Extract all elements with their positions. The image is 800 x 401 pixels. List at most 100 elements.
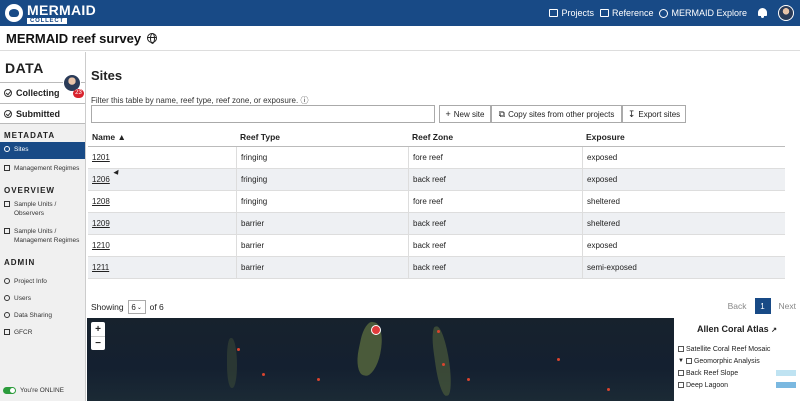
globe-icon <box>659 8 669 18</box>
site-link[interactable]: 1201 <box>92 153 110 162</box>
copy-icon: ⧉ <box>498 108 506 119</box>
sidebar-item-submitted[interactable]: Submitted <box>0 103 85 124</box>
user-avatar[interactable] <box>778 5 794 21</box>
sidebar-item-sites[interactable]: Sites <box>0 142 85 159</box>
island <box>430 325 454 397</box>
zoom-in-button[interactable]: + <box>91 322 105 336</box>
cell-exposure: sheltered <box>582 213 785 234</box>
site-link[interactable]: 1210 <box>92 241 110 250</box>
page-1-button[interactable]: 1 <box>754 298 771 314</box>
table-icon <box>4 228 10 234</box>
layer-geomorphic-analysis[interactable]: ▼ Geomorphic Analysis <box>678 355 796 367</box>
info-icon[interactable]: ⓘ <box>300 96 308 105</box>
layer-checkbox[interactable] <box>678 370 684 376</box>
sidebar-item-sample-units-management[interactable]: Sample Units / Management Regimes <box>0 224 85 251</box>
site-marker[interactable] <box>371 325 381 335</box>
site-link[interactable]: 1211 <box>92 263 109 272</box>
map-zoom-controls: + − <box>91 322 105 350</box>
sites-table: Name ▲ Reef Type Reef Zone Exposure 1201… <box>88 127 785 279</box>
layer-checkbox[interactable] <box>685 358 692 364</box>
reef-dot <box>437 330 440 333</box>
cell-reef-zone: fore reef <box>408 191 582 212</box>
cell-reef-zone: fore reef <box>408 147 582 168</box>
clipboard-icon <box>4 165 10 171</box>
check-circle-icon <box>4 109 12 118</box>
chevron-down-icon: ⌄ <box>136 304 142 311</box>
sites-map[interactable]: + − <box>87 318 674 401</box>
nav-explore[interactable]: MERMAID Explore <box>659 8 747 18</box>
table-icon <box>4 201 10 207</box>
cell-exposure: exposed <box>582 147 785 168</box>
users-icon <box>4 295 10 301</box>
pagination-controls: Back 1 Next <box>728 298 796 314</box>
sidebar-item-gfcr[interactable]: GFCR <box>0 320 85 337</box>
layer-back-reef-slope[interactable]: Back Reef Slope <box>678 367 796 379</box>
site-link[interactable]: 1209 <box>92 219 110 228</box>
filter-input[interactable] <box>91 105 435 123</box>
table-header: Name ▲ Reef Type Reef Zone Exposure <box>88 127 785 147</box>
reef-dot <box>317 378 320 381</box>
mermaid-logo[interactable]: MERMAID COLLECT <box>5 3 96 24</box>
online-status[interactable]: You're ONLINE <box>3 387 64 394</box>
header-reef-type[interactable]: Reef Type <box>236 127 408 146</box>
reef-dot <box>557 358 560 361</box>
top-nav-bar: MERMAID COLLECT Projects Reference MERMA… <box>0 0 800 26</box>
sidebar-section-metadata: METADATA <box>4 131 56 140</box>
cell-reef-type: barrier <box>236 257 408 278</box>
sidebar-item-project-info[interactable]: Project Info <box>0 269 85 286</box>
atlas-title[interactable]: Allen Coral Atlas ↗ <box>678 324 796 334</box>
notification-bell-icon[interactable] <box>757 7 768 19</box>
share-icon <box>4 312 10 318</box>
page-title: Sites <box>91 68 123 83</box>
cell-reef-type: barrier <box>236 235 408 256</box>
pagination-showing: Showing 6 ⌄ of 6 <box>91 300 164 314</box>
caret-down-icon[interactable]: ▼ <box>678 358 684 364</box>
online-toggle[interactable] <box>3 387 16 394</box>
table-row: 1211 barrier back reef semi-exposed <box>88 257 785 279</box>
cell-exposure: exposed <box>582 235 785 256</box>
projects-icon <box>549 9 559 17</box>
cell-exposure: semi-exposed <box>582 257 785 278</box>
reef-dot <box>442 363 445 366</box>
project-title: MERMAID reef survey <box>6 30 142 46</box>
cell-reef-type: fringing <box>236 191 408 212</box>
export-sites-button[interactable]: ↧ Export sites <box>622 105 686 123</box>
layer-checkbox[interactable] <box>678 346 684 352</box>
globe-icon <box>147 33 158 44</box>
layer-satellite-mosaic[interactable]: Satellite Coral Reef Mosaic <box>678 343 796 355</box>
sidebar-item-sample-units-observers[interactable]: Sample Units / Observers <box>0 197 85 224</box>
layer-deep-lagoon[interactable]: Deep Lagoon <box>678 379 796 391</box>
cell-reef-type: fringing <box>236 169 408 190</box>
new-site-button[interactable]: + New site <box>439 105 491 123</box>
cell-exposure: sheltered <box>582 191 785 212</box>
cell-reef-type: barrier <box>236 213 408 234</box>
cell-reef-zone: back reef <box>408 169 582 190</box>
nav-reference[interactable]: Reference <box>599 8 653 18</box>
zoom-out-button[interactable]: − <box>91 336 105 350</box>
book-icon <box>599 9 609 17</box>
header-exposure[interactable]: Exposure <box>582 127 785 146</box>
back-button[interactable]: Back <box>728 301 747 311</box>
sidebar-item-users[interactable]: Users <box>0 286 85 303</box>
site-link[interactable]: 1208 <box>92 197 110 206</box>
header-reef-zone[interactable]: Reef Zone <box>408 127 582 146</box>
island <box>227 338 237 388</box>
fish-logo-icon <box>5 4 23 22</box>
copy-sites-button[interactable]: ⧉ Copy sites from other projects <box>491 105 622 123</box>
site-link[interactable]: 1206 <box>92 175 110 184</box>
allen-coral-atlas-panel: Allen Coral Atlas ↗ Satellite Coral Reef… <box>674 318 800 401</box>
sidebar-item-management-regimes[interactable]: Management Regimes <box>0 159 85 179</box>
sidebar-item-data-sharing[interactable]: Data Sharing <box>0 303 85 320</box>
page-size-select[interactable]: 6 ⌄ <box>127 300 146 314</box>
island <box>353 320 387 378</box>
logo-name: MERMAID <box>27 1 96 18</box>
check-circle-icon <box>4 89 12 97</box>
nav-projects[interactable]: Projects <box>549 8 594 18</box>
header-name[interactable]: Name ▲ <box>88 132 236 142</box>
plus-icon: + <box>445 109 451 119</box>
cell-reef-zone: back reef <box>408 257 582 278</box>
layer-checkbox[interactable] <box>678 382 684 388</box>
download-icon: ↧ <box>627 108 636 119</box>
cell-reef-type: fringing <box>236 147 408 168</box>
next-button[interactable]: Next <box>779 301 796 311</box>
